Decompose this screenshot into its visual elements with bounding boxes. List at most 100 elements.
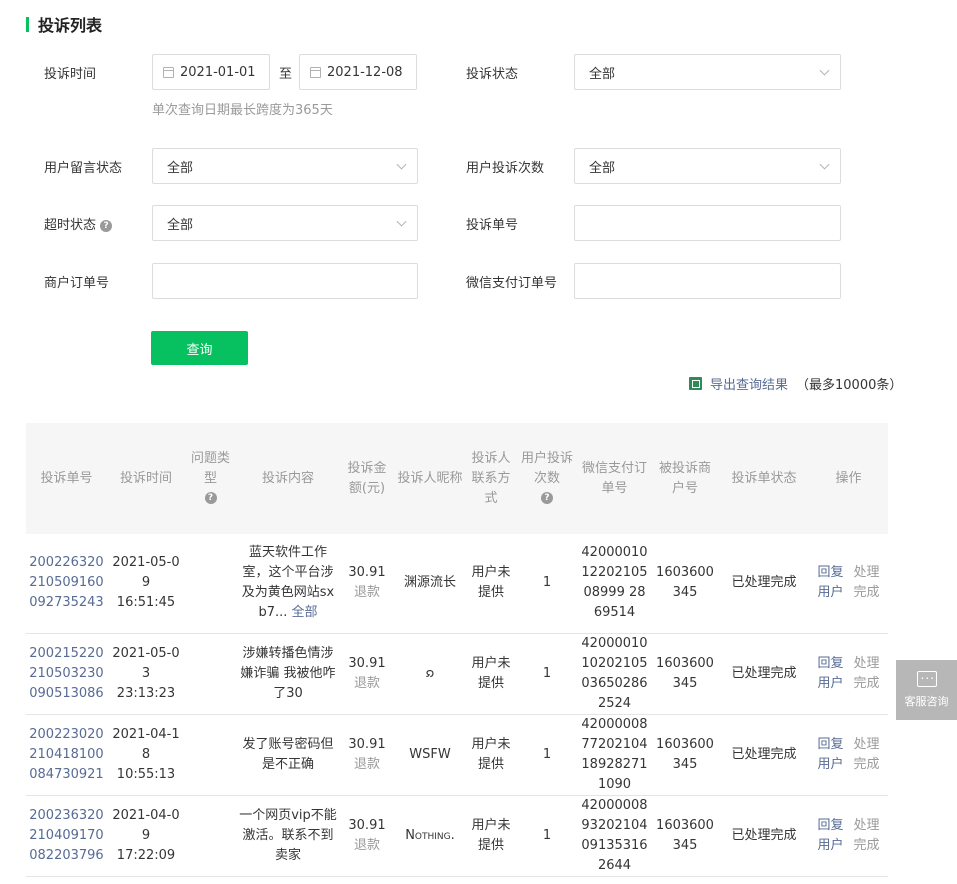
chevron-down-icon [396, 159, 407, 170]
chevron-down-icon [819, 65, 830, 76]
complaint-clock: 16:51:45 [116, 595, 176, 611]
table-row: 200226320210509160092735243 2021-05-09 16… [26, 534, 888, 634]
amount-cell: 30.91 退款 [340, 633, 394, 715]
calendar-icon [163, 66, 174, 78]
count-select[interactable]: 全部 [574, 148, 841, 184]
merchant-order-input[interactable] [152, 263, 418, 299]
status-label: 投诉状态 [466, 67, 519, 82]
customer-service-button[interactable]: 客服咨询 [896, 660, 957, 720]
amount-value: 30.91 [348, 565, 386, 581]
wx-order-label: 微信支付订单号 [466, 276, 558, 291]
complaint-no-link[interactable]: 200226320210509160092735243 [26, 534, 107, 634]
nickname: 渊源流长 [394, 534, 466, 634]
complaint-date: 2021-05-09 [112, 555, 180, 591]
table-row: 200215220210503230090513086 2021-05-03 23… [26, 633, 888, 715]
complaint-state: 已处理完成 [719, 714, 809, 796]
msg-status-select-value: 全部 [167, 160, 194, 176]
reply-user-link[interactable]: 回复用户 [816, 735, 846, 775]
customer-service-label: 客服咨询 [904, 695, 949, 708]
contact: 用户未提供 [466, 633, 516, 715]
complaint-date: 2021-04-09 [112, 807, 180, 843]
complaint-time: 2021-05-09 16:51:45 [107, 534, 185, 634]
complaint-times: 1 [516, 795, 578, 877]
complaint-content: 发了账号密码但是不正确 [236, 714, 340, 796]
amount-cell: 30.91 退款 [340, 795, 394, 877]
refund-tag: 退款 [353, 756, 380, 772]
col-wx-order: 微信支付订单号 [578, 423, 651, 534]
ops-cell: 回复用户处理完成 [809, 534, 888, 634]
complaint-date: 2021-04-18 [112, 726, 180, 762]
table-row: 200223020210418100084730921 2021-04-18 10… [26, 714, 888, 796]
ops-cell: 回复用户处理完成 [809, 633, 888, 715]
amount-value: 30.91 [348, 736, 386, 752]
handle-done-link[interactable]: 处理完成 [852, 816, 882, 856]
complaint-times: 1 [516, 633, 578, 715]
expand-all-link[interactable]: 全部 [292, 605, 318, 620]
date-range-hint: 单次查询日期最长跨度为365天 [152, 103, 333, 118]
count-label: 用户投诉次数 [466, 161, 545, 176]
content-text: 一个网页vip不能激活。联系不到卖家 [239, 807, 337, 863]
status-select[interactable]: 全部 [574, 54, 841, 90]
wx-order-input[interactable] [574, 263, 841, 299]
reply-user-link[interactable]: 回复用户 [816, 563, 846, 603]
nickname: WSFW [394, 714, 466, 796]
complaint-times: 1 [516, 534, 578, 634]
count-select-value: 全部 [589, 160, 616, 176]
calendar-icon [310, 66, 321, 78]
complaint-no-link[interactable]: 200223020210418100084730921 [26, 714, 107, 796]
chevron-down-icon [396, 216, 407, 227]
contact: 用户未提供 [466, 534, 516, 634]
complaint-no-label: 投诉单号 [466, 218, 519, 233]
problem-type [185, 534, 236, 634]
refund-tag: 退款 [353, 837, 380, 853]
refund-tag: 退款 [353, 675, 380, 691]
complaint-no-link[interactable]: 200236320210409170082203796 [26, 795, 107, 877]
date-end-value: 2021-12-08 [327, 64, 403, 80]
date-end-picker[interactable]: 2021-12-08 [299, 54, 417, 90]
msg-status-select[interactable]: 全部 [152, 148, 418, 184]
date-start-picker[interactable]: 2021-01-01 [152, 54, 270, 90]
question-icon[interactable]: ? [541, 492, 553, 504]
complaint-clock: 17:22:09 [116, 847, 176, 863]
complaint-table: 投诉单号 投诉时间 问题类型? 投诉内容 投诉金额(元) 投诉人昵称 投诉人联系… [26, 423, 888, 877]
msg-status-label: 用户留言状态 [44, 161, 123, 176]
complaint-date: 2021-05-03 [112, 645, 180, 681]
col-times: 用户投诉次数? [516, 423, 578, 534]
ops-cell: 回复用户处理完成 [809, 795, 888, 877]
complaint-clock: 10:55:13 [116, 766, 176, 782]
handle-done-link[interactable]: 处理完成 [852, 654, 882, 694]
wx-order-no: 420000101220210508999 2869514 [578, 534, 651, 634]
col-problem-type-label: 问题类型 [190, 450, 230, 486]
amount-cell: 30.91 退款 [340, 534, 394, 634]
export-area: 导出查询结果 （最多10000条） [689, 374, 902, 393]
complaint-no-link[interactable]: 200215220210503230090513086 [26, 633, 107, 715]
chat-icon [916, 668, 937, 687]
amount-value: 30.91 [348, 817, 386, 833]
refund-tag: 退款 [353, 585, 380, 601]
question-icon[interactable]: ? [100, 219, 113, 232]
reply-user-link[interactable]: 回复用户 [816, 654, 846, 694]
merchant-no: 1603600345 [651, 633, 719, 715]
question-icon[interactable]: ? [204, 492, 217, 504]
complaint-state: 已处理完成 [719, 534, 809, 634]
timeout-select[interactable]: 全部 [152, 205, 418, 241]
col-times-label: 用户投诉次数 [520, 450, 573, 486]
table-row: 200236320210409170082203796 2021-04-09 17… [26, 795, 888, 877]
handle-done-link[interactable]: 处理完成 [852, 563, 882, 603]
col-amount: 投诉金额(元) [340, 423, 394, 534]
handle-done-link[interactable]: 处理完成 [852, 735, 882, 775]
col-nickname: 投诉人昵称 [394, 423, 466, 534]
merchant-order-label: 商户订单号 [44, 276, 110, 291]
problem-type [185, 795, 236, 877]
reply-user-link[interactable]: 回复用户 [816, 816, 846, 856]
export-link[interactable]: 导出查询结果 [710, 374, 788, 393]
content-text: 蓝天软件工作室，这个平台涉及为黄色网站sxb7... [241, 545, 335, 621]
merchant-no: 1603600345 [651, 795, 719, 877]
timeout-label-wrap: 超时状态 ? [44, 214, 113, 233]
complaint-clock: 23:13:23 [116, 685, 176, 701]
export-note: （最多10000条） [796, 378, 903, 393]
query-button[interactable]: 查询 [151, 331, 248, 365]
complaint-no-input[interactable] [574, 205, 841, 241]
complaint-state: 已处理完成 [719, 633, 809, 715]
ops-cell: 回复用户处理完成 [809, 714, 888, 796]
